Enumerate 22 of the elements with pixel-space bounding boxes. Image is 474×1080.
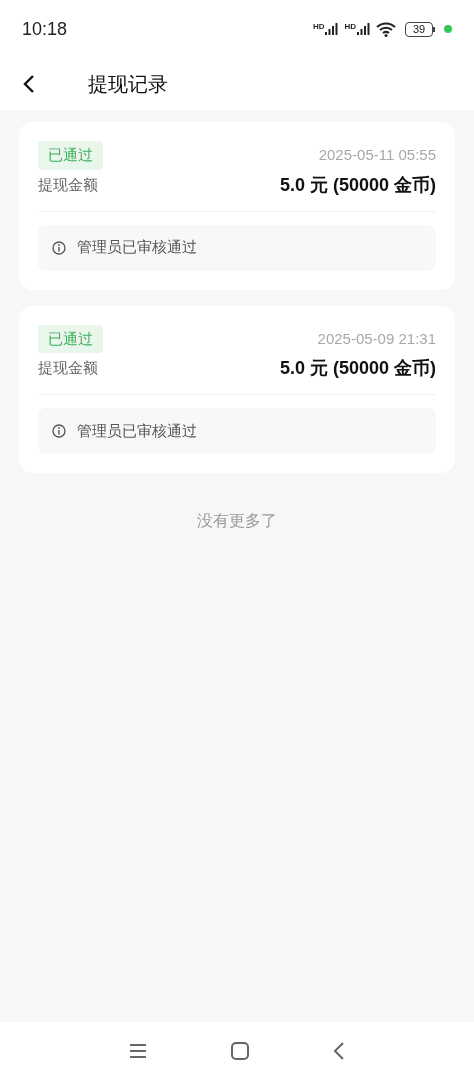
status-badge: 已通过 — [38, 324, 103, 353]
status-time: 10:18 — [22, 17, 68, 41]
note-text: 管理员已审核通过 — [77, 237, 197, 258]
info-icon — [52, 240, 66, 255]
note-text: 管理员已审核通过 — [77, 420, 197, 441]
amount-label: 提现金额 — [38, 358, 98, 379]
end-of-list-text: 没有更多了 — [197, 511, 277, 531]
wifi-icon — [376, 21, 396, 37]
battery-level: 39 — [412, 23, 426, 35]
status-badge: 已通过 — [38, 141, 103, 170]
home-button[interactable] — [231, 1042, 249, 1060]
back-nav-button[interactable] — [333, 1042, 345, 1060]
record-time: 2025-05-09 21:31 — [317, 328, 436, 349]
info-icon — [52, 424, 66, 438]
network-label: HD — [312, 23, 325, 31]
page-title: 提现记录 — [88, 72, 168, 97]
network-label: HD — [344, 23, 356, 31]
menu-button[interactable] — [129, 1043, 147, 1059]
amount-value: 5.0 元 (50000 金币) — [279, 357, 436, 380]
amount-value: 5.0 元 (50000 金币) — [279, 173, 436, 197]
amount-label: 提现金额 — [38, 174, 98, 195]
record-time: 2025-05-11 05:55 — [318, 145, 436, 165]
